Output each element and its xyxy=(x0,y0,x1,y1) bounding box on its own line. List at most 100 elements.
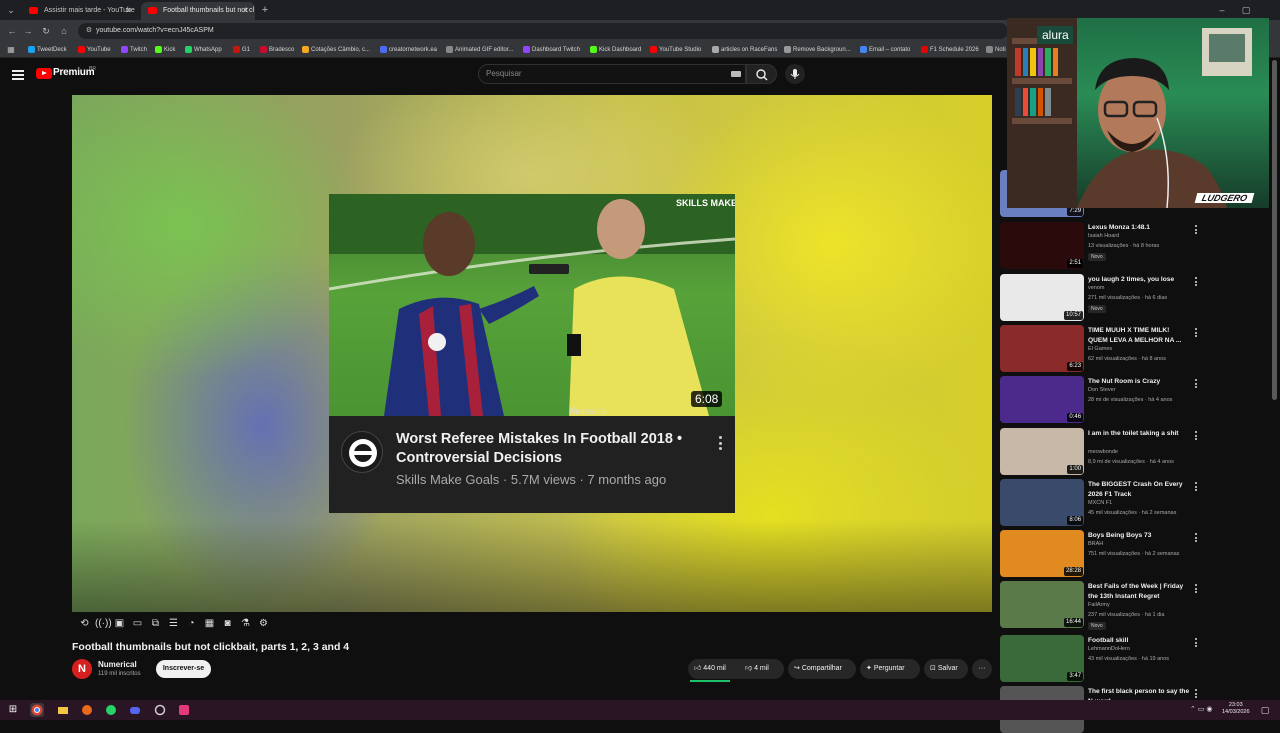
subscribe-button[interactable]: Inscrever-se xyxy=(156,660,211,678)
sidebar-channel-name[interactable]: venom xyxy=(1088,285,1105,291)
settings-gear-icon[interactable]: ⚙ xyxy=(257,617,270,630)
sidebar-video-title[interactable]: The BIGGEST Crash On Every 2026 F1 Track xyxy=(1088,480,1190,499)
home-icon[interactable]: ⌂ xyxy=(57,24,71,38)
new-tab-button[interactable]: + xyxy=(258,3,272,17)
camera-icon[interactable]: ◙ xyxy=(221,617,234,630)
bookmark-item[interactable]: YouTube xyxy=(78,42,111,58)
tab-football-thumbnails[interactable]: Football thumbnails but not cl ✕ xyxy=(141,2,255,20)
bookmark-item[interactable]: Cotações Câmbio, c... xyxy=(302,42,370,58)
audio-icon[interactable]: ((·)) xyxy=(95,617,112,630)
tab-watch-later[interactable]: Assistir mais tarde - YouTube ✕ xyxy=(22,2,138,20)
notification-icon[interactable]: ▢ xyxy=(1258,703,1272,717)
ask-button[interactable]: ✦ Perguntar xyxy=(860,659,920,679)
more-actions-button[interactable]: ··· xyxy=(972,659,992,679)
sidebar-channel-name[interactable]: MXCN F1 xyxy=(1088,500,1112,506)
sidebar-video-title[interactable]: I am in the toilet taking a shit xyxy=(1088,429,1190,439)
close-tab-icon[interactable]: ✕ xyxy=(242,2,249,20)
youtube-logo-icon[interactable] xyxy=(36,68,52,79)
hamburger-menu-icon[interactable] xyxy=(12,70,24,80)
screenshot-icon[interactable]: ▣ xyxy=(113,617,126,630)
apps-grid-icon[interactable]: ▦ xyxy=(4,43,18,57)
voice-search-button[interactable] xyxy=(785,64,805,84)
sidebar-more-icon[interactable] xyxy=(1195,225,1198,236)
back-icon[interactable]: ← xyxy=(5,24,19,38)
bookmark-item[interactable]: creatornetwork.ea xyxy=(380,42,437,58)
sidebar-video-title[interactable]: TIME MUUH X TIME MILK! QUEM LEVA A MELHO… xyxy=(1088,326,1190,345)
sidebar-channel-name[interactable]: meowbonde xyxy=(1088,449,1118,455)
sidebar-more-icon[interactable] xyxy=(1195,431,1198,442)
bookmark-item[interactable]: Kick xyxy=(155,42,175,58)
bookmark-item[interactable]: Twitch xyxy=(121,42,147,58)
sidebar-video-title[interactable]: you laugh 2 times, you lose xyxy=(1088,275,1190,285)
sidebar-video-title[interactable]: Best Fails of the Week | Friday the 13th… xyxy=(1088,582,1190,601)
taskbar-clock[interactable]: 23:03 14/03/2026 xyxy=(1222,702,1250,716)
miniplayer-icon[interactable]: ⧉ xyxy=(149,617,162,630)
frame-icon[interactable]: ▦ xyxy=(203,617,216,630)
sidebar-video-title[interactable]: Boys Being Boys 73 xyxy=(1088,531,1190,541)
share-button[interactable]: ↪ Compartilhar xyxy=(788,659,856,679)
file-explorer-icon[interactable] xyxy=(56,703,70,717)
bookmark-item[interactable]: TweetDeck xyxy=(28,42,67,58)
bookmark-item[interactable]: WhatsApp xyxy=(185,42,222,58)
search-button[interactable] xyxy=(746,64,777,84)
app-icon[interactable] xyxy=(177,703,191,717)
maximize-icon[interactable]: ▢ xyxy=(1239,3,1253,17)
forward-icon[interactable]: → xyxy=(21,24,35,38)
url-input[interactable] xyxy=(78,23,1008,39)
tab-search-icon[interactable]: ⌄ xyxy=(4,3,18,17)
sidebar-channel-name[interactable]: Isaiah Hoard xyxy=(1088,233,1119,239)
lab-icon[interactable]: ⚗ xyxy=(239,617,252,630)
sidebar-video-title[interactable]: Lexus Monza 1:48.1 xyxy=(1088,223,1190,233)
dislike-button[interactable]: 👎︎ 4 mil xyxy=(741,659,783,679)
sidebar-channel-name[interactable]: El Games xyxy=(1088,346,1112,352)
bookmark-item[interactable]: Kick Dashboard xyxy=(590,42,641,58)
sidebar-more-icon[interactable] xyxy=(1195,328,1198,339)
bookmark-item[interactable]: Remove Backgroun... xyxy=(784,42,851,58)
loop-icon[interactable]: ⟲ xyxy=(78,617,91,630)
sidebar-channel-name[interactable]: Don Stever xyxy=(1088,387,1116,393)
site-info-icon[interactable]: ⚙ xyxy=(82,24,96,38)
sidebar-more-icon[interactable] xyxy=(1195,277,1198,288)
discord-icon[interactable] xyxy=(128,703,142,717)
speed-icon[interactable]: ◔ xyxy=(185,617,198,630)
whatsapp-icon[interactable] xyxy=(104,703,118,717)
sidebar-channel-name[interactable]: BRAH xyxy=(1088,541,1103,547)
page-scrollbar[interactable] xyxy=(1272,60,1277,400)
sidebar-more-icon[interactable] xyxy=(1195,638,1198,649)
bookmark-item[interactable]: F1 Schedule 2026 xyxy=(921,42,979,58)
reload-icon[interactable]: ↻ xyxy=(39,24,53,38)
windows-start-icon[interactable]: ⊞ xyxy=(6,703,20,717)
sidebar-more-icon[interactable] xyxy=(1195,533,1198,544)
close-tab-icon[interactable]: ✕ xyxy=(125,2,132,20)
youtube-favicon-icon xyxy=(29,7,38,14)
sidebar-more-icon[interactable] xyxy=(1195,482,1198,493)
bookmark-item[interactable]: Email – contato xyxy=(860,42,910,58)
chrome-icon[interactable] xyxy=(30,703,44,717)
bookmark-item[interactable]: Dashboard Twitch xyxy=(523,42,580,58)
save-button[interactable]: ⊡ Salvar xyxy=(924,659,968,679)
sidebar-channel-name[interactable]: FailArmy xyxy=(1088,602,1110,608)
settings-app-icon[interactable] xyxy=(153,703,167,717)
sidebar-more-icon[interactable] xyxy=(1195,689,1198,700)
bookmark-item[interactable]: articles on RaceFans xyxy=(712,42,777,58)
channel-name[interactable]: Numerical xyxy=(98,660,137,669)
minimize-icon[interactable]: – xyxy=(1215,3,1229,17)
theater-icon[interactable]: ▭ xyxy=(131,617,144,630)
bookmark-item[interactable]: Animated GIF editor... xyxy=(446,42,513,58)
system-tray-icons[interactable]: ⌃ ▭ ◉ xyxy=(1190,703,1220,717)
bookmark-item[interactable]: G1 xyxy=(233,42,250,58)
sidebar-channel-name[interactable]: LehmannDoHero xyxy=(1088,646,1130,652)
bookmark-item[interactable]: Noti xyxy=(986,42,1006,58)
sidebar-video-title[interactable]: The Nut Room is Crazy xyxy=(1088,377,1190,387)
playlist-icon[interactable]: ☰ xyxy=(167,617,180,630)
sidebar-video-title[interactable]: Football skill xyxy=(1088,636,1190,646)
obs-icon[interactable] xyxy=(80,703,94,717)
embedded-thumbnail: SKILLS MAKE GOALS Numerical xyxy=(329,194,735,416)
sidebar-more-icon[interactable] xyxy=(1195,584,1198,595)
bookmark-item[interactable]: Bradesco xyxy=(260,42,294,58)
keyboard-icon[interactable] xyxy=(731,71,741,77)
channel-avatar[interactable]: N xyxy=(72,659,92,679)
bookmark-item[interactable]: YouTube Studio xyxy=(650,42,701,58)
like-button[interactable]: 👍︎ 440 mil xyxy=(688,659,738,679)
sidebar-more-icon[interactable] xyxy=(1195,379,1198,390)
